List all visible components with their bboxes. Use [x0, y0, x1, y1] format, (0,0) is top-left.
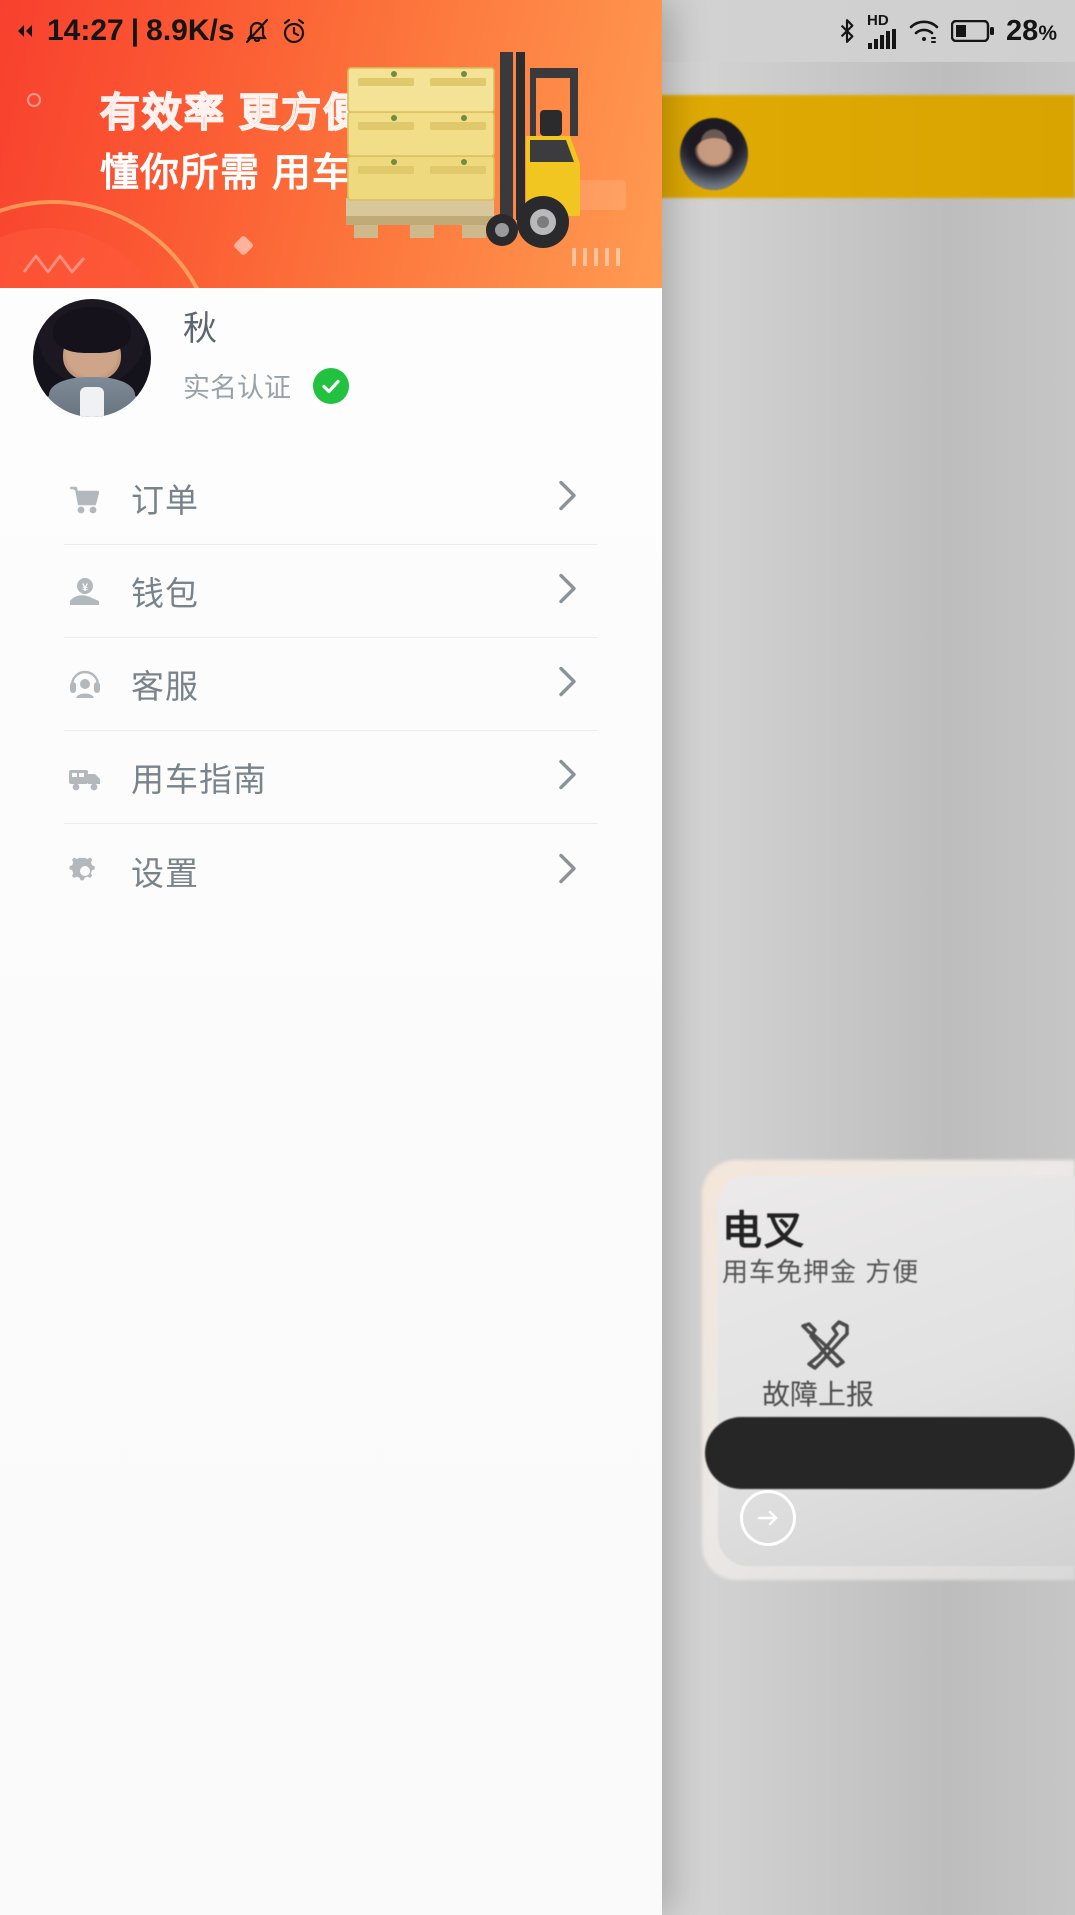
menu-item-orders[interactable]: 订单 [64, 452, 598, 545]
background-tool-label: 故障上报 [762, 1379, 875, 1410]
wallet-icon: ¥ [64, 570, 106, 612]
avatar[interactable] [33, 299, 151, 417]
gear-icon [64, 850, 106, 892]
avatar-shirt [80, 387, 104, 417]
chevron-right-icon [554, 662, 580, 707]
background-avatar [680, 118, 748, 190]
menu-label-orders: 订单 [131, 482, 199, 519]
status-bar-left: 14:27 | 8.9K/s [18, 14, 309, 48]
profile-name: 秋 [183, 309, 217, 348]
background-primary-button[interactable] [705, 1417, 1075, 1489]
avatar-hair [53, 307, 131, 353]
chevron-right-icon [554, 848, 580, 893]
mute-icon [242, 16, 272, 46]
banner-decoration-diamond [232, 234, 255, 257]
cart-icon [64, 477, 106, 519]
banner-decoration-circle [27, 93, 41, 107]
bluetooth-icon [838, 17, 856, 45]
menu-item-vehicle-guide[interactable]: 用车指南 [64, 731, 598, 824]
status-time: 14:27 [47, 14, 124, 47]
svg-text:¥: ¥ [82, 582, 89, 594]
menu-item-settings[interactable]: 设置 [64, 824, 598, 917]
verify-label: 实名认证 [183, 373, 291, 404]
menu-label-settings: 设置 [131, 854, 199, 892]
background-card-subtitle: 用车免押金 方便 [722, 1257, 920, 1287]
forklift-pallet-illustration [334, 44, 594, 268]
menu-label-customer-service: 客服 [131, 668, 199, 705]
menu-item-customer-service[interactable]: 客服 [64, 638, 598, 731]
menu-label-wallet: 钱包 [131, 575, 199, 612]
drawer-menu: 订单 ¥ 钱包 客服 用车指南 设置 [0, 452, 662, 917]
chevron-right-icon [554, 476, 580, 521]
banner-decoration-zigzag [22, 252, 86, 276]
profile-info: 秋 实名认证 [183, 309, 349, 405]
chevron-right-icon [554, 569, 580, 614]
battery-icon [951, 20, 995, 42]
chevron-right-icon [554, 755, 580, 800]
status-separator: | [130, 14, 140, 47]
profile-header[interactable]: 秋 实名认证 [0, 288, 662, 428]
wrench-tools-icon[interactable] [795, 1318, 855, 1372]
alarm-icon [279, 16, 309, 46]
location-arrows-icon [18, 23, 40, 39]
profile-verify-row: 实名认证 [183, 366, 349, 405]
hd-icon: HD [867, 13, 897, 49]
status-bar: 14:27 | 8.9K/s HD 28% [0, 0, 1075, 62]
menu-item-wallet[interactable]: ¥ 钱包 [64, 545, 598, 638]
background-card-title: 电叉 [722, 1209, 806, 1253]
truck-icon [64, 756, 106, 798]
headset-icon [64, 663, 106, 705]
verified-check-badge [313, 367, 349, 404]
side-drawer: × 有效率 更方便 懂你所需 用车无忧 [0, 0, 662, 1915]
menu-label-vehicle-guide: 用车指南 [131, 761, 267, 798]
wifi-icon [908, 18, 940, 44]
status-bar-right: HD 28% [838, 13, 1057, 49]
drawer-body: 订单 ¥ 钱包 客服 用车指南 设置 [0, 428, 662, 1915]
app-root: 电叉 用车免押金 方便 故障上报 14:27 | 8.9K/s HD 28% 有… [0, 0, 1075, 1915]
battery-percent-label: 28% [1006, 14, 1057, 47]
arrow-right-circle-icon[interactable] [740, 1490, 796, 1546]
status-netspeed: 8.9K/s [146, 14, 235, 47]
